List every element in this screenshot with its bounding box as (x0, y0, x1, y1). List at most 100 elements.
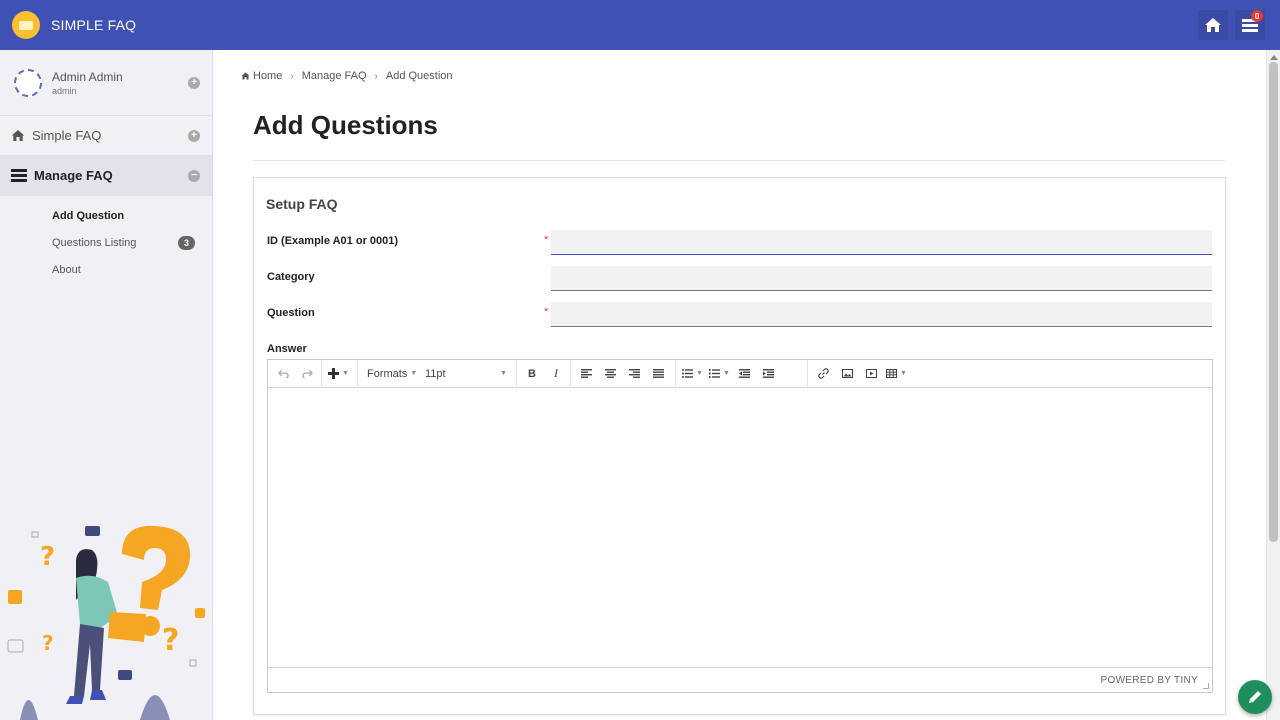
expand-icon[interactable]: + (188, 130, 200, 142)
avatar (14, 68, 42, 97)
powered-by-label[interactable]: POWERED BY TINY (1101, 675, 1198, 686)
question-input[interactable] (551, 302, 1212, 327)
media-icon (865, 369, 877, 378)
user-panel[interactable]: Admin Admin admin + (0, 50, 212, 116)
home-icon (241, 72, 250, 80)
chevron-down-icon: ▼ (410, 370, 418, 377)
category-input[interactable] (551, 266, 1212, 291)
insert-button[interactable]: ▼ (325, 363, 352, 385)
sidebar-item-label: Manage FAQ (34, 168, 113, 183)
app-logo-icon[interactable] (12, 11, 40, 39)
question-field-label: Question (267, 307, 315, 319)
chevron-down-icon: ▼ (696, 370, 703, 377)
category-field-label: Category (267, 271, 315, 283)
svg-text:?: ? (40, 542, 55, 572)
menu-toggle-button[interactable]: 0 (1234, 9, 1266, 41)
chevron-right-icon: › (374, 70, 378, 82)
table-icon (886, 369, 897, 378)
collapse-icon[interactable]: − (188, 170, 200, 182)
bullet-list-button[interactable]: ▼ (679, 363, 706, 385)
card-title: Setup FAQ (266, 196, 338, 212)
numbered-list-button[interactable]: ▼ (706, 363, 733, 385)
sidebar-subitem-questions-listing[interactable]: Questions Listing 3 (0, 229, 212, 256)
answer-field-label: Answer (267, 343, 307, 355)
chevron-right-icon: › (290, 70, 294, 82)
home-icon (1205, 18, 1221, 32)
main-content: Home › Manage FAQ › Add Question Add Que… (213, 50, 1266, 720)
link-icon (817, 368, 829, 379)
divider (253, 160, 1225, 161)
indent-button[interactable] (757, 363, 781, 385)
align-right-icon (628, 369, 640, 378)
table-button[interactable]: ▼ (883, 363, 910, 385)
sidebar-item-simple-faq[interactable]: Simple FAQ + (0, 116, 212, 156)
user-role: admin (52, 85, 77, 96)
undo-button[interactable] (271, 363, 295, 385)
numbered-list-icon (708, 369, 720, 378)
sub-nav: Add Question Questions Listing 3 About (0, 196, 212, 283)
media-button[interactable] (859, 363, 883, 385)
list-icon (11, 169, 27, 182)
subitem-label: Questions Listing (52, 236, 137, 249)
redo-icon (301, 369, 313, 378)
align-center-icon (604, 369, 616, 378)
pencil-icon (1249, 691, 1261, 703)
sidebar-subitem-add-question[interactable]: Add Question (0, 202, 212, 229)
top-navbar: SIMPLE FAQ 0 (0, 0, 1280, 50)
home-icon (11, 130, 25, 141)
scroll-up-icon[interactable] (1270, 55, 1278, 60)
indent-icon (763, 369, 775, 378)
editor-toolbar: ▼ Formats ▼ 11pt ▼ B I ▼ ▼ ▼ (268, 359, 1212, 388)
editor-content-area[interactable] (268, 388, 1212, 668)
chevron-down-icon: ▼ (900, 370, 907, 377)
image-button[interactable] (835, 363, 859, 385)
align-center-button[interactable] (598, 363, 622, 385)
edit-fab-button[interactable] (1238, 680, 1272, 714)
plus-icon (328, 368, 339, 379)
home-button[interactable] (1197, 9, 1229, 41)
page-title: Add Questions (253, 110, 438, 140)
sidebar: Admin Admin admin + Simple FAQ + Manage … (0, 50, 213, 720)
align-justify-button[interactable] (646, 363, 670, 385)
bullet-list-icon (682, 369, 693, 378)
user-name: Admin Admin (52, 69, 123, 84)
sidebar-subitem-about[interactable]: About (0, 256, 212, 283)
app-title[interactable]: SIMPLE FAQ (51, 17, 136, 33)
italic-button[interactable]: I (544, 363, 568, 385)
top-actions: 0 (1197, 9, 1266, 41)
font-size-value: 11pt (425, 367, 446, 380)
align-justify-icon (652, 369, 664, 378)
faq-illustration: ? ? ? (7, 525, 205, 720)
required-marker: * (544, 234, 549, 246)
editor-statusbar: POWERED BY TINY (268, 667, 1212, 692)
user-expand-icon[interactable]: + (188, 77, 200, 89)
breadcrumb-home-link[interactable]: Home (253, 70, 282, 82)
align-left-icon (580, 369, 592, 378)
required-marker: * (544, 306, 549, 318)
svg-text:?: ? (42, 631, 54, 655)
chevron-down-icon: ▼ (500, 370, 507, 377)
page-scrollbar[interactable] (1266, 50, 1280, 720)
chevron-down-icon: ▼ (722, 370, 730, 377)
outdent-button[interactable] (733, 363, 757, 385)
breadcrumb-manage-faq-link[interactable]: Manage FAQ (302, 70, 367, 82)
sidebar-item-label: Simple FAQ (32, 128, 102, 143)
scroll-thumb[interactable] (1269, 62, 1278, 542)
bold-button[interactable]: B (520, 363, 544, 385)
redo-button[interactable] (295, 363, 319, 385)
chevron-down-icon: ▼ (342, 370, 349, 377)
sidebar-item-manage-faq[interactable]: Manage FAQ − (0, 156, 212, 196)
align-left-button[interactable] (574, 363, 598, 385)
count-badge: 3 (178, 235, 195, 250)
formats-dropdown[interactable]: Formats ▼ (361, 363, 419, 385)
subitem-label: Add Question (52, 209, 125, 222)
id-input[interactable] (551, 230, 1212, 255)
resize-handle-icon[interactable] (1203, 683, 1209, 689)
align-right-button[interactable] (622, 363, 646, 385)
image-icon (841, 369, 853, 378)
link-button[interactable] (811, 363, 835, 385)
undo-icon (277, 369, 289, 378)
font-size-dropdown[interactable]: 11pt ▼ (419, 363, 513, 385)
outdent-icon (739, 369, 751, 378)
breadcrumb: Home › Manage FAQ › Add Question (241, 70, 453, 82)
